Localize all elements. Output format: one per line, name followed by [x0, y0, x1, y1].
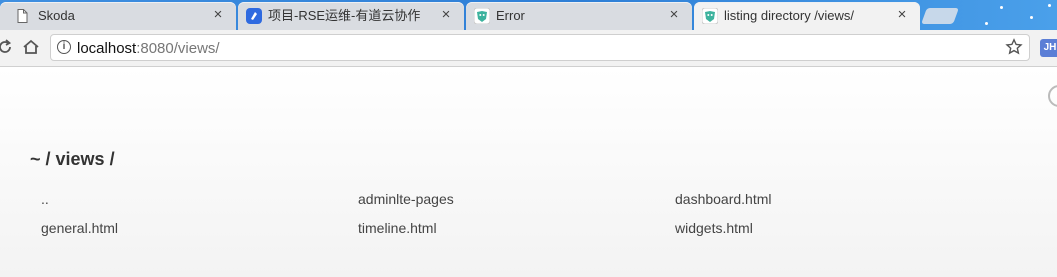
breadcrumb: ~ / views /: [30, 149, 115, 170]
file-link-adminlte-pages[interactable]: adminlte-pages: [358, 191, 454, 207]
breadcrumb-separator: /: [40, 149, 56, 169]
express-icon: [702, 8, 718, 24]
tab-skoda[interactable]: Skoda ×: [0, 2, 236, 30]
browser-toolbar: i localhost:8080/views/ JH: [0, 30, 1057, 67]
file-link-widgets[interactable]: widgets.html: [675, 220, 753, 236]
close-icon[interactable]: ×: [894, 7, 910, 23]
tab-listing-directory[interactable]: listing directory /views/ ×: [694, 2, 920, 30]
breadcrumb-views-link[interactable]: views: [56, 149, 105, 169]
decor-dot: [1048, 4, 1051, 7]
close-icon[interactable]: ×: [210, 7, 226, 23]
tab-title: Skoda: [38, 8, 75, 23]
url-text[interactable]: localhost:8080/views/: [77, 40, 220, 57]
close-icon[interactable]: ×: [438, 7, 454, 23]
address-bar[interactable]: i localhost:8080/views/: [50, 34, 1030, 61]
url-host: localhost: [77, 40, 137, 57]
extension-button[interactable]: JH: [1040, 39, 1057, 57]
tab-title: 项目-RSE运维-有道云协作: [268, 8, 421, 23]
document-icon: [17, 9, 28, 23]
tab-title: Error: [496, 8, 525, 23]
tab-title: listing directory /views/: [724, 8, 855, 23]
bookmark-star-icon[interactable]: [1005, 38, 1023, 56]
url-path: :8080/views/: [136, 40, 220, 57]
close-icon[interactable]: ×: [666, 7, 682, 23]
tab-youdao[interactable]: 项目-RSE运维-有道云协作 ×: [238, 2, 464, 30]
page-content: ~ / views / .. adminlte-pages dashboard.…: [0, 67, 1057, 277]
tab-strip: Skoda × 项目-RSE运维-有道云协作 × Error × listing…: [0, 0, 1057, 30]
reload-icon[interactable]: [0, 38, 14, 56]
decor-dot: [1000, 6, 1003, 9]
file-link-general[interactable]: general.html: [41, 220, 118, 236]
youdao-icon: [246, 8, 262, 24]
file-link-timeline[interactable]: timeline.html: [358, 220, 437, 236]
tab-error[interactable]: Error ×: [466, 2, 692, 30]
home-icon[interactable]: [22, 38, 40, 56]
new-tab-button[interactable]: [921, 8, 959, 24]
loading-spinner-icon: [1048, 85, 1057, 107]
express-icon: [474, 8, 490, 24]
decor-dot: [985, 22, 988, 25]
decor-dot: [1030, 16, 1033, 19]
file-link-dashboard[interactable]: dashboard.html: [675, 191, 772, 207]
info-icon[interactable]: i: [57, 40, 71, 54]
breadcrumb-separator: /: [104, 149, 115, 169]
file-link-parent[interactable]: ..: [41, 191, 49, 207]
breadcrumb-root-link[interactable]: ~: [30, 149, 41, 169]
